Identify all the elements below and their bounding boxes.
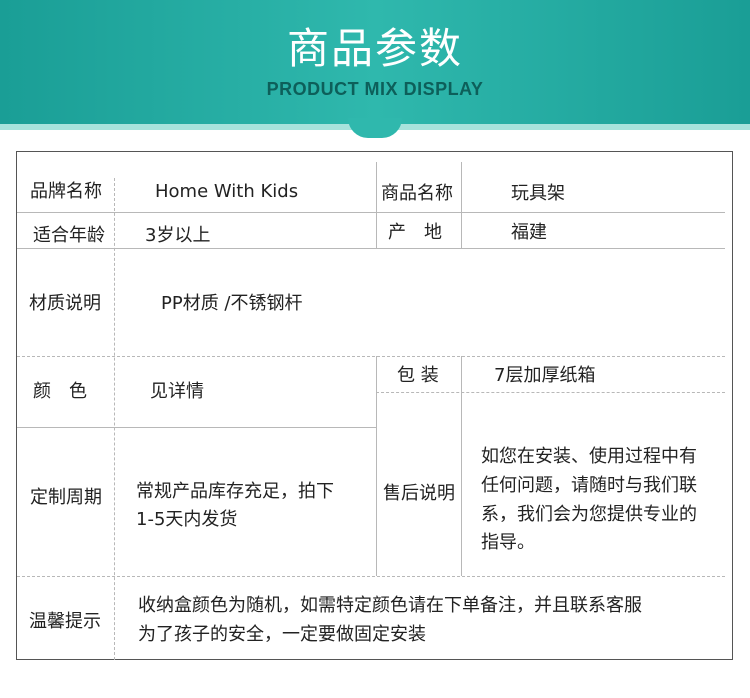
row-divider xyxy=(17,576,725,577)
product-name-label: 商品名称 xyxy=(381,183,453,204)
aftersale-label: 售后说明 xyxy=(383,483,455,504)
aftersale-line4: 指导。 xyxy=(481,532,535,553)
tips-label: 温馨提示 xyxy=(29,611,101,632)
column-divider xyxy=(114,178,115,660)
material-value: PP材质 /不锈钢杆 xyxy=(161,293,303,314)
age-value: 3岁以上 xyxy=(145,225,211,246)
color-value: 见详情 xyxy=(150,381,204,402)
tips-line2: 为了孩子的安全，一定要做固定安装 xyxy=(138,624,426,645)
package-value: 7层加厚纸箱 xyxy=(494,365,596,386)
page-subtitle: PRODUCT MIX DISPLAY xyxy=(266,79,484,99)
brand-label: 品牌名称 xyxy=(30,181,102,202)
origin-value: 福建 xyxy=(511,222,547,243)
brand-value: Home With Kids xyxy=(155,181,299,202)
column-divider xyxy=(376,162,377,248)
column-divider xyxy=(461,356,462,576)
cycle-label: 定制周期 xyxy=(30,487,102,508)
column-divider xyxy=(376,356,377,576)
material-label: 材质说明 xyxy=(29,293,101,314)
age-label: 适合年龄 xyxy=(33,225,105,246)
color-label: 颜 色 xyxy=(33,381,87,402)
aftersale-line3: 系，我们会为您提供专业的 xyxy=(481,504,697,525)
aftersale-line1: 如您在安装、使用过程中有 xyxy=(481,446,697,467)
row-divider xyxy=(17,356,725,357)
banner-tab-shape xyxy=(348,118,402,138)
package-label: 包 装 xyxy=(397,365,439,386)
cycle-value-line2: 1-5天内发货 xyxy=(136,509,238,530)
row-divider xyxy=(17,427,376,428)
aftersale-line2: 任何问题，请随时与我们联 xyxy=(481,475,697,496)
page-title: 商品参数 xyxy=(286,24,463,73)
row-divider xyxy=(17,248,725,249)
params-table xyxy=(16,151,733,660)
row-divider xyxy=(376,392,725,393)
tips-line1: 收纳盒颜色为随机，如需特定颜色请在下单备注，并且联系客服 xyxy=(138,595,642,616)
origin-label: 产 地 xyxy=(388,222,442,243)
row-divider xyxy=(17,212,725,213)
product-name-value: 玩具架 xyxy=(511,183,565,204)
column-divider xyxy=(461,162,462,248)
cycle-value-line1: 常规产品库存充足，拍下 xyxy=(136,481,334,502)
